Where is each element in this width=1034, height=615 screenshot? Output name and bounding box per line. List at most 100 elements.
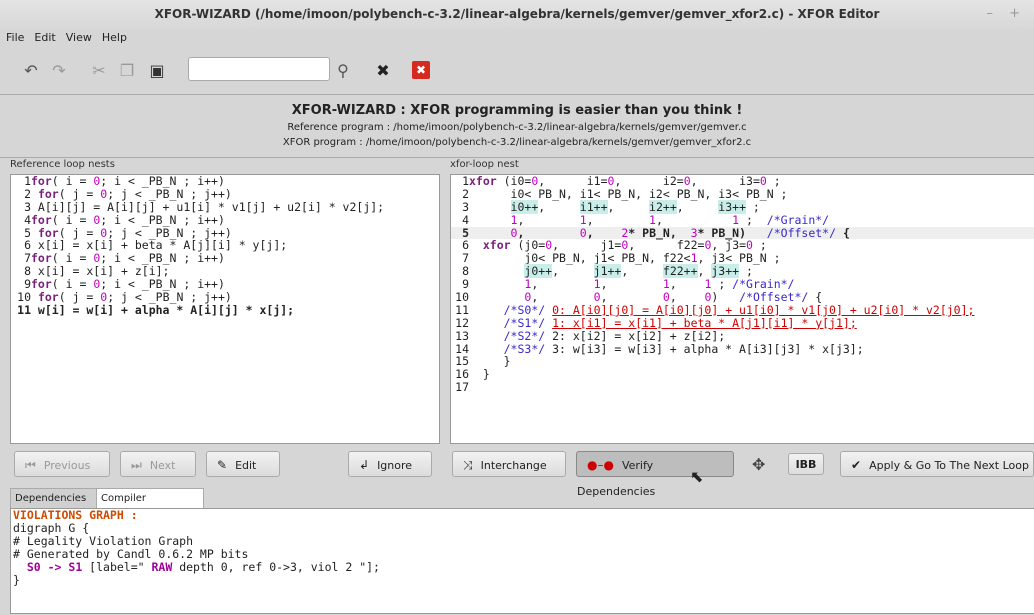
code-token: ; xyxy=(739,264,753,279)
code-token: (i0= xyxy=(496,174,532,188)
redo-icon[interactable]: ↷ xyxy=(48,60,70,82)
code-token: f22++ xyxy=(662,264,698,279)
code-token: ( j = xyxy=(58,225,101,240)
code-token: { xyxy=(836,225,850,240)
code-token: , xyxy=(600,290,663,305)
line-number: 13 xyxy=(455,328,469,343)
code-token: ( i = xyxy=(51,174,94,188)
magnifier-icon[interactable]: ⚲ xyxy=(332,60,354,82)
interchange-button[interactable]: ⤨ Interchange xyxy=(452,451,566,477)
code-token: A[i][j] = A[i][j] + u1[i] * v1[j] + u2[i… xyxy=(31,199,385,214)
code-token: * PB_N, xyxy=(628,225,691,240)
line-number: 2 xyxy=(24,186,31,201)
code-token: for xyxy=(31,174,52,188)
code-token: , xyxy=(531,277,594,292)
code-token: 1 xyxy=(690,251,698,266)
search-input[interactable] xyxy=(188,57,330,81)
shuffle-icon: ⤨ xyxy=(463,458,473,472)
code-token: , xyxy=(531,290,594,305)
line-number: 12 xyxy=(455,315,469,330)
code-token: , xyxy=(517,212,580,227)
stop-icon[interactable]: ✖ xyxy=(412,61,430,79)
tab-dependencies[interactable]: Dependencies xyxy=(10,488,98,508)
code-token: i0< PB_N, i1< PB_N, i2< PB_N, i3< PB_N ; xyxy=(469,186,788,201)
link-icon: ●–● xyxy=(587,458,614,472)
code-token: , j3< PB_N ; xyxy=(697,251,781,266)
line-number: 3 xyxy=(24,199,31,214)
code-token: i1++ xyxy=(579,199,608,214)
code-token: /*S3*/ xyxy=(503,341,546,356)
code-token: j1++ xyxy=(593,264,622,279)
code-token: x[i] = x[i] + z[i]; xyxy=(31,264,170,279)
code-token: , xyxy=(676,199,719,214)
line-number: 1 xyxy=(24,174,31,188)
code-token: , xyxy=(586,212,650,227)
next-button[interactable]: ⏭ Next xyxy=(120,451,196,477)
code-token: 0 xyxy=(662,290,670,305)
code-token: for xyxy=(31,212,52,227)
code-token: ; i < _PB_N ; i++) xyxy=(100,251,225,266)
code-token: ; j < _PB_N ; j++) xyxy=(107,186,232,201)
code-token: /*S0*/ xyxy=(503,302,546,317)
code-line: 16 } xyxy=(451,368,1034,381)
code-token: j0< PB_N, j1< PB_N, f22< xyxy=(469,251,691,266)
line-number: 11 xyxy=(17,302,31,317)
menu-help[interactable]: Help xyxy=(98,28,131,48)
copy-icon[interactable]: ❐ xyxy=(116,60,138,82)
tab-compiler-messages[interactable]: Compiler messages xyxy=(96,488,204,523)
code-token: /*S1*/ xyxy=(503,315,546,330)
code-token: , xyxy=(655,212,733,227)
xfor-code-editor[interactable]: 1xfor (i0=0, i1=0, i2=0, i3=0 ; 2 i0< PB_… xyxy=(450,174,1034,444)
menu-edit[interactable]: Edit xyxy=(30,28,59,48)
line-number: 1 xyxy=(462,174,469,188)
code-token: , i2= xyxy=(614,174,684,188)
code-token: /*Grain*/ xyxy=(732,277,795,292)
code-line: 15 } xyxy=(451,355,1034,368)
left-panel-label: Reference loop nests xyxy=(10,159,115,170)
undo-icon[interactable]: ↶ xyxy=(20,60,42,82)
ibb-button[interactable]: IBB xyxy=(788,453,824,475)
ignore-button[interactable]: ↲ Ignore xyxy=(348,451,432,477)
code-token: ( i = xyxy=(51,212,94,227)
paste-icon[interactable]: ▣ xyxy=(146,60,168,82)
menu-file[interactable]: File xyxy=(2,28,28,48)
code-token: for xyxy=(31,277,52,292)
code-token: for xyxy=(31,251,52,266)
code-token: , xyxy=(538,199,580,214)
code-token: , f22= xyxy=(628,238,705,253)
line-number: 10 xyxy=(17,290,31,305)
close-icon[interactable]: ✖ xyxy=(372,60,394,82)
menu-view[interactable]: View xyxy=(62,28,96,48)
verify-dependencies-button[interactable]: ●–● Verify Dependencies xyxy=(576,451,734,498)
edit-button[interactable]: ✎ Edit xyxy=(206,451,280,477)
code-token: ; j < _PB_N ; j++) xyxy=(107,225,232,240)
code-token: 0 xyxy=(746,238,753,253)
code-token: (j0= xyxy=(510,238,546,253)
move-icon[interactable]: ✥ xyxy=(752,455,765,474)
window-controls[interactable]: – + xyxy=(986,0,1026,28)
code-token: 1 xyxy=(579,212,587,227)
code-token: , xyxy=(600,277,663,292)
code-token: 0 xyxy=(593,290,601,305)
compiler-messages-console[interactable]: VIOLATIONS GRAPH : digraph G { # Legalit… xyxy=(10,508,1034,614)
code-token: 1 xyxy=(649,212,656,227)
toolbar: ↶ ↷ ✂ ❐ ▣ ⚲ ✖ ✖ xyxy=(0,50,1034,92)
code-token: /*Grain*/ xyxy=(766,212,830,227)
code-token: /*S2*/ xyxy=(503,328,546,343)
code-token: 0 xyxy=(759,174,767,188)
previous-button[interactable]: ⏮ Previous xyxy=(14,451,110,477)
code-token: } xyxy=(469,367,490,382)
code-token: for xyxy=(37,186,59,201)
code-token: ( j = xyxy=(58,186,101,201)
reference-code-editor[interactable]: 1for( i = 0; i < _PB_N ; i++) 2 for( j = … xyxy=(10,174,440,444)
apply-next-loop-button[interactable]: ✔ Apply & Go To The Next Loop xyxy=(840,451,1034,477)
code-token: ( i = xyxy=(51,277,94,292)
mouse-pointer-icon: ⬉ xyxy=(690,467,704,486)
cut-icon[interactable]: ✂ xyxy=(88,60,110,82)
code-token: , i1= xyxy=(538,174,608,188)
